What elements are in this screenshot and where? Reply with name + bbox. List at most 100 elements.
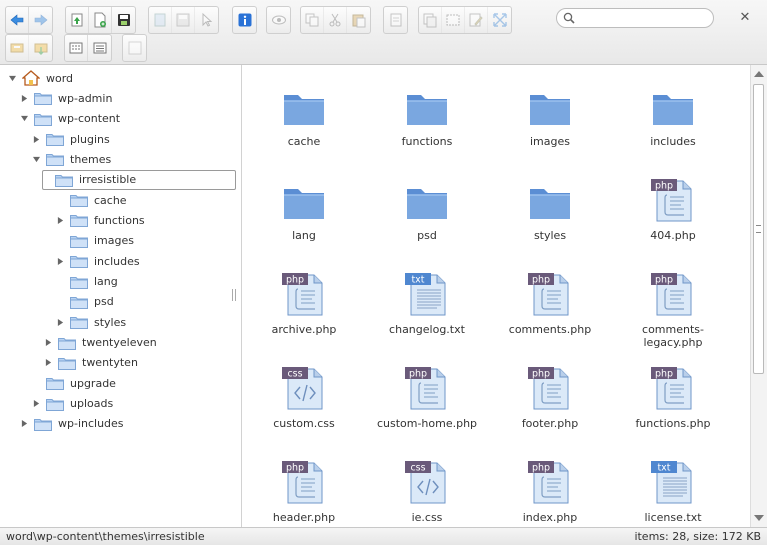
item-name: custom.css (273, 417, 335, 430)
expanded-arrow-icon[interactable] (8, 74, 17, 83)
edit-file-button[interactable] (465, 7, 488, 33)
duplicate-button[interactable] (419, 7, 442, 33)
forward-icon (34, 14, 47, 26)
item-name: comments-legacy.php (642, 323, 704, 349)
folder-item[interactable]: psd (367, 167, 487, 257)
file-item[interactable]: php archive.php (244, 261, 364, 351)
back-button[interactable] (6, 7, 29, 33)
file-item[interactable]: php footer.php (490, 355, 610, 445)
delete-button[interactable] (384, 7, 407, 33)
vertical-scrollbar[interactable] (750, 65, 767, 527)
item-name: footer.php (521, 417, 579, 430)
collapsed-arrow-icon[interactable] (56, 257, 65, 266)
tree-item-wp-content[interactable]: wp-content (20, 109, 120, 129)
collapsed-arrow-icon[interactable] (32, 135, 41, 144)
paste-button[interactable] (347, 7, 370, 33)
tree-item-upgrade[interactable]: upgrade (32, 373, 116, 393)
file-item[interactable]: txt changelog.txt (367, 261, 487, 351)
extract-button[interactable] (29, 35, 52, 61)
expanded-arrow-icon[interactable] (20, 114, 29, 123)
search-input[interactable] (577, 11, 711, 27)
select-button[interactable] (195, 7, 218, 33)
file-item[interactable]: php comments.php (490, 261, 610, 351)
collapsed-arrow-icon[interactable] (56, 318, 65, 327)
paste-icon (352, 14, 365, 28)
expanded-arrow-icon[interactable] (32, 155, 41, 164)
list-view-icon (93, 42, 106, 54)
file-item[interactable]: php 404.php (613, 167, 733, 257)
tree-item-uploads[interactable]: uploads (32, 394, 113, 414)
folder-item[interactable]: includes (613, 73, 733, 163)
svg-text:css: css (287, 369, 302, 380)
tree-item-psd[interactable]: psd (56, 292, 114, 312)
open-button[interactable] (149, 7, 172, 33)
folder-item[interactable]: styles (490, 167, 610, 257)
file-item[interactable]: txt license.txt (613, 449, 733, 527)
download-button[interactable] (172, 7, 195, 33)
preview-button[interactable] (267, 7, 290, 33)
scroll-down-arrow[interactable] (754, 515, 764, 521)
rename-button[interactable] (442, 7, 465, 33)
tree-item-functions[interactable]: functions (56, 210, 145, 230)
file-item[interactable]: php index.php (490, 449, 610, 527)
tree-item-wp-includes[interactable]: wp-includes (20, 414, 124, 434)
toolbar-group-display (64, 34, 112, 62)
folder-item[interactable]: images (490, 73, 610, 163)
tree-item-wp-admin[interactable]: wp-admin (20, 88, 112, 108)
folder-item[interactable]: functions (367, 73, 487, 163)
file-item[interactable]: css ie.css (367, 449, 487, 527)
help-button[interactable] (123, 35, 146, 61)
copy-button[interactable] (301, 7, 324, 33)
tree-item-label: wp-content (58, 112, 121, 126)
toolbar-group-archive (5, 34, 53, 62)
scroll-up-arrow[interactable] (754, 71, 764, 77)
collapsed-arrow-icon[interactable] (44, 338, 53, 347)
download-icon (176, 13, 190, 27)
scroll-thumb[interactable] (753, 84, 764, 374)
new-file-button[interactable] (89, 7, 112, 33)
item-name: comments.php (508, 323, 592, 336)
upload-icon (71, 13, 83, 27)
collapsed-arrow-icon[interactable] (44, 358, 53, 367)
folder-item[interactable]: cache (244, 73, 364, 163)
rename-icon (446, 14, 460, 26)
tree-item-images[interactable]: images (56, 231, 134, 251)
toolbar-group-info (232, 6, 257, 34)
collapsed-arrow-icon[interactable] (20, 419, 29, 428)
tree-item-includes[interactable]: includes (56, 251, 140, 271)
folder-item[interactable]: lang (244, 167, 364, 257)
tree-item-cache[interactable]: cache (56, 190, 127, 210)
tree-item-twentyten[interactable]: twentyten (44, 353, 138, 373)
svg-text:php: php (655, 275, 673, 286)
forward-button[interactable] (29, 7, 52, 33)
file-item[interactable]: css custom.css (244, 355, 364, 445)
collapsed-arrow-icon[interactable] (56, 216, 65, 225)
icons-view-button[interactable] (65, 35, 88, 61)
tree-item-lang[interactable]: lang (56, 272, 118, 292)
tree-item-irresistible[interactable]: irresistible (42, 169, 236, 190)
file-item[interactable]: php custom-home.php (367, 355, 487, 445)
save-button[interactable] (112, 7, 135, 33)
tree-item-styles[interactable]: styles (56, 312, 126, 332)
file-item[interactable]: php comments-legacy.php (613, 261, 733, 351)
collapsed-arrow-icon[interactable] (20, 94, 29, 103)
tree-item-label: psd (94, 295, 114, 309)
collapsed-arrow-icon[interactable] (32, 399, 41, 408)
tree-item-themes[interactable]: themes (32, 149, 111, 169)
css-file-icon: css (282, 367, 323, 410)
archive-button[interactable] (6, 35, 29, 61)
file-item[interactable]: php functions.php (613, 355, 733, 445)
tree-item-word[interactable]: word (8, 68, 73, 88)
tree-item-twentyeleven[interactable]: twentyeleven (44, 333, 157, 353)
pane-splitter[interactable] (232, 289, 236, 301)
info-button[interactable] (233, 7, 256, 33)
tree-item-plugins[interactable]: plugins (32, 129, 110, 149)
close-button[interactable]: ✕ (737, 10, 753, 26)
resize-button[interactable] (488, 7, 511, 33)
open-icon (154, 13, 166, 27)
cut-button[interactable] (324, 7, 347, 33)
list-view-button[interactable] (88, 35, 111, 61)
search-box[interactable] (556, 8, 714, 28)
file-item[interactable]: php header.php (244, 449, 364, 527)
upload-button[interactable] (66, 7, 89, 33)
